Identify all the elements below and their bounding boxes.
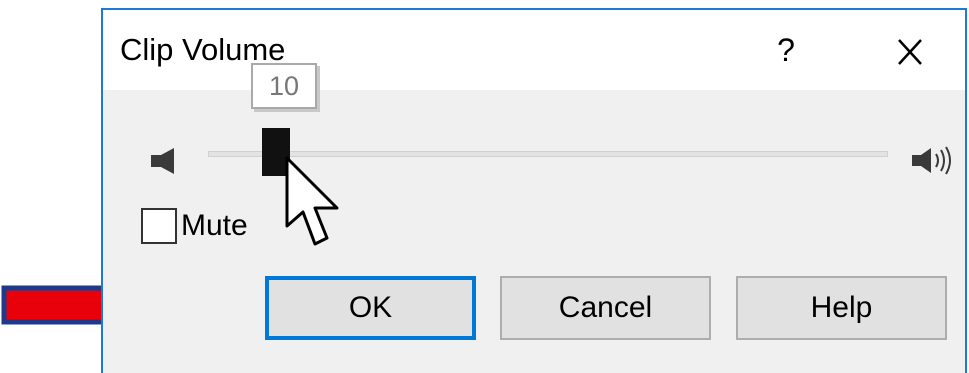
close-button[interactable]	[881, 30, 937, 74]
title-bar: Clip Volume ?	[103, 10, 965, 90]
volume-slider-track[interactable]	[208, 151, 888, 157]
volume-slider-thumb[interactable]	[262, 128, 290, 176]
help-question-button[interactable]: ?	[768, 28, 804, 72]
ok-button[interactable]: OK	[265, 276, 476, 340]
close-icon	[898, 39, 922, 65]
mute-checkbox-row[interactable]: Mute	[141, 206, 248, 246]
help-button[interactable]: Help	[736, 276, 947, 340]
cancel-button[interactable]: Cancel	[500, 276, 711, 340]
mute-label: Mute	[181, 209, 248, 242]
slider-value-tooltip: 10	[251, 63, 317, 109]
speaker-high-icon	[912, 146, 951, 175]
mouse-pointer-icon	[285, 156, 339, 246]
clip-volume-dialog: Clip Volume ? 10 Mute OK Cancel Help	[101, 8, 967, 373]
mute-checkbox[interactable]	[141, 208, 177, 244]
speaker-low-icon	[151, 148, 174, 174]
